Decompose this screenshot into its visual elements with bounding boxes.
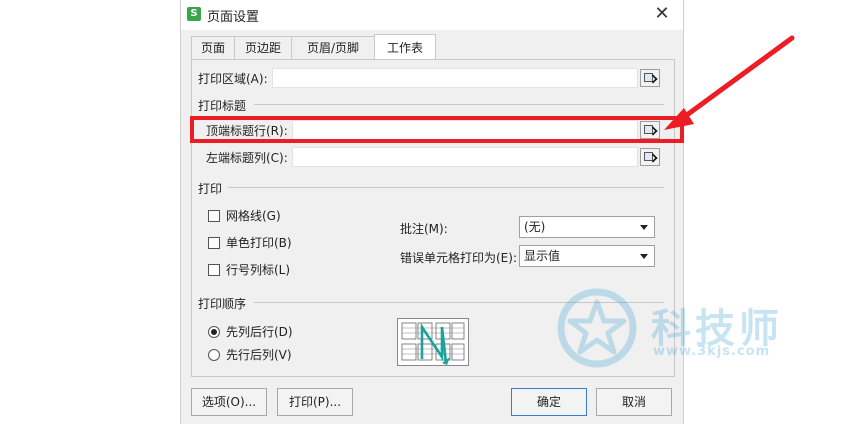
title-bar: S 页面设置 ✕ (181, 0, 683, 30)
cell-errors-label: 错误单元格打印为(E): (400, 251, 517, 265)
comments-select[interactable]: (无) (519, 216, 655, 238)
chevron-down-icon (640, 254, 648, 259)
over-then-down-radio[interactable]: 先行后列(V) (208, 346, 292, 363)
tab-header-footer[interactable]: 页眉/页脚 (291, 36, 375, 60)
tab-margins[interactable]: 页边距 (234, 36, 292, 60)
tab-page[interactable]: 页面 (191, 36, 235, 60)
print-area-label: 打印区域(A): (198, 72, 268, 86)
divider (228, 187, 664, 188)
page-setup-dialog: S 页面设置 ✕ 页面 页边距 页眉/页脚 工作表 打印区域(A): 打印标题 … (180, 0, 684, 424)
close-button[interactable]: ✕ (651, 3, 673, 25)
left-cols-range-picker[interactable] (640, 148, 660, 166)
cell-errors-select[interactable]: 显示值 (519, 245, 655, 267)
top-rows-range-picker[interactable] (640, 121, 660, 139)
gridlines-checkbox[interactable]: 网格线(G) (208, 207, 281, 224)
options-button[interactable]: 选项(O)... (191, 388, 267, 416)
chevron-down-icon (640, 225, 648, 230)
down-then-over-radio[interactable]: 先列后行(D) (208, 323, 293, 340)
print-titles-section-label: 打印标题 (198, 99, 247, 113)
row-col-headers-checkbox[interactable]: 行号列标(L) (208, 261, 290, 278)
dialog-title: 页面设置 (207, 10, 260, 25)
top-rows-label: 顶端标题行(R): (206, 124, 288, 138)
tab-sheet[interactable]: 工作表 (374, 34, 436, 61)
sheet-tab-panel: 打印区域(A): 打印标题 顶端标题行(R): 左端标题列(C): 打印 网格线… (191, 59, 675, 377)
print-area-input[interactable] (272, 68, 638, 88)
print-button[interactable]: 打印(P)... (277, 388, 353, 416)
black-white-checkbox[interactable]: 单色打印(B) (208, 234, 292, 251)
page-order-preview-icon (397, 318, 469, 366)
page-order-section-label: 打印顺序 (198, 297, 247, 311)
left-cols-label: 左端标题列(C): (206, 151, 288, 165)
comments-label: 批注(M): (400, 222, 448, 236)
divider (254, 104, 664, 105)
print-section-label: 打印 (198, 182, 223, 196)
divider (254, 302, 664, 303)
cancel-button[interactable]: 取消 (596, 388, 672, 416)
left-title-cols-input[interactable] (292, 147, 638, 167)
print-area-range-picker[interactable] (640, 69, 660, 87)
ok-button[interactable]: 确定 (511, 388, 587, 416)
top-title-rows-input[interactable] (292, 120, 638, 140)
app-icon: S (187, 7, 201, 21)
